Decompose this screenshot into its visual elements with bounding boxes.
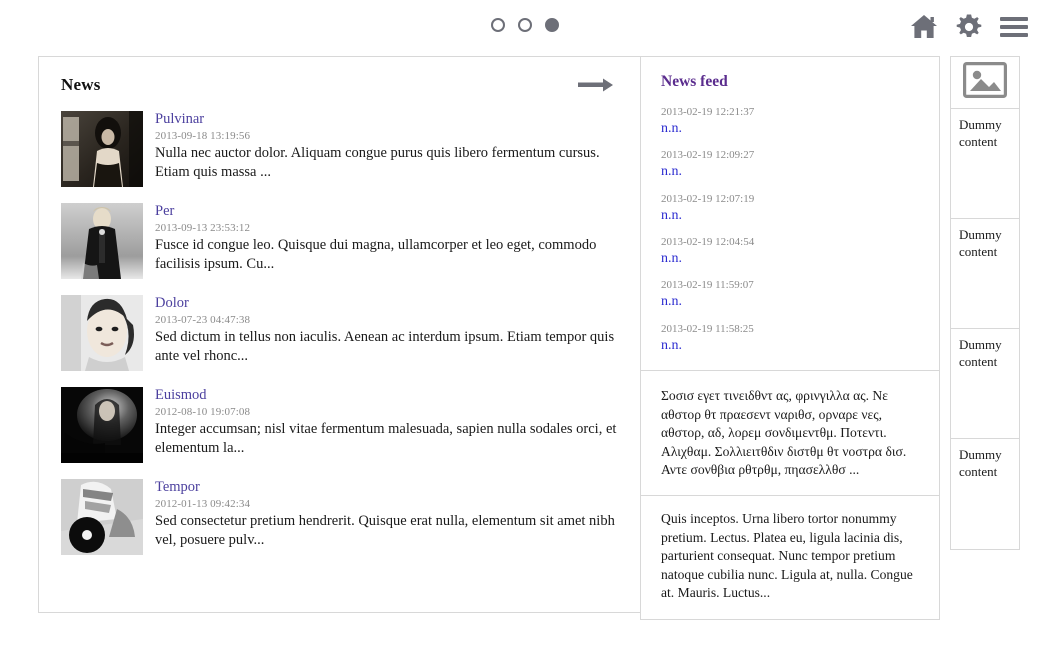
news-feed-entry[interactable]: 2013-02-19 12:21:37 n.n.	[661, 105, 919, 137]
news-item-date: 2012-08-10 19:07:08	[155, 405, 251, 418]
news-feed-date: 2013-02-19 12:07:19	[661, 192, 755, 205]
dummy-content-text: Dummy content	[959, 337, 1002, 369]
news-item-excerpt: Sed dictum in tellus non iaculis. Aenean…	[155, 328, 615, 365]
news-feed-link[interactable]: n.n.	[661, 163, 919, 181]
news-item-title[interactable]: Tempor	[155, 479, 618, 496]
news-thumbnail[interactable]	[61, 295, 143, 371]
news-feed-entry[interactable]: 2013-02-19 11:59:07 n.n.	[661, 278, 919, 310]
news-item-body: Pulvinar 2013-09-18 13:19:56 Nulla nec a…	[155, 111, 618, 187]
news-thumbnail[interactable]	[61, 387, 143, 463]
carousel-pagination	[0, 18, 1050, 32]
news-item-body: Tempor 2012-01-13 09:42:34 Sed consectet…	[155, 479, 618, 555]
news-feed-date: 2013-02-19 12:04:54	[661, 236, 755, 249]
carousel-dot-2[interactable]	[518, 18, 532, 32]
news-item-date: 2013-09-13 23:53:12	[155, 221, 251, 234]
news-feed-date: 2013-02-19 11:58:25	[661, 322, 754, 335]
carousel-dot-1[interactable]	[491, 18, 505, 32]
top-bar	[0, 0, 1050, 56]
news-item-excerpt: Fusce id congue leo. Quisque dui magna, …	[155, 236, 597, 273]
hamburger-menu-icon[interactable]	[1000, 16, 1028, 38]
news-item-body: Euismod 2012-08-10 19:07:08 Integer accu…	[155, 387, 618, 463]
news-feed-link[interactable]: n.n.	[661, 207, 919, 225]
news-item-date: 2013-09-18 13:19:56	[155, 129, 251, 142]
news-item-excerpt: Sed consectetur pretium hendrerit. Quisq…	[155, 512, 615, 549]
news-item[interactable]: Pulvinar 2013-09-18 13:19:56 Nulla nec a…	[61, 111, 618, 187]
greek-text-block: Σοσισ εγετ τινειδθντ ας, φρινγιλλα ας. Ν…	[641, 371, 939, 497]
news-feed-title: News feed	[661, 73, 728, 90]
dummy-content-text: Dummy content	[959, 447, 1002, 479]
dummy-content-cell: Dummy content	[951, 329, 1019, 439]
news-item-date: 2013-07-23 04:47:38	[155, 313, 251, 326]
image-placeholder-icon	[963, 62, 1007, 103]
news-item-title[interactable]: Per	[155, 203, 618, 220]
news-feed-date: 2013-02-19 12:21:37	[661, 106, 755, 118]
carousel-dot-3[interactable]	[545, 18, 559, 32]
news-item-excerpt: Nulla nec auctor dolor. Aliquam congue p…	[155, 144, 600, 181]
greek-paragraph: Σοσισ εγετ τινειδθντ ας, φρινγιλλα ας. Ν…	[661, 388, 907, 477]
dummy-content-text: Dummy content	[959, 117, 1002, 149]
page-title: News	[61, 75, 101, 94]
news-item-title[interactable]: Dolor	[155, 295, 618, 312]
image-placeholder-cell[interactable]	[951, 57, 1019, 109]
latin-text-block: Quis inceptos. Urna libero tortor nonumm…	[641, 496, 939, 618]
news-feed-entry[interactable]: 2013-02-19 12:09:27 n.n.	[661, 148, 919, 180]
news-thumbnail[interactable]	[61, 479, 143, 555]
news-thumbnail[interactable]	[61, 203, 143, 279]
news-item[interactable]: Per 2013-09-13 23:53:12 Fusce id congue …	[61, 203, 618, 279]
news-item-title[interactable]: Euismod	[155, 387, 618, 404]
news-item[interactable]: Tempor 2012-01-13 09:42:34 Sed consectet…	[61, 479, 618, 555]
news-item-body: Per 2013-09-13 23:53:12 Fusce id congue …	[155, 203, 618, 279]
news-feed-link[interactable]: n.n.	[661, 120, 919, 138]
news-feed-link[interactable]: n.n.	[661, 293, 919, 311]
news-feed-entry[interactable]: 2013-02-19 12:04:54 n.n.	[661, 235, 919, 267]
news-item-title[interactable]: Pulvinar	[155, 111, 618, 128]
news-feed-link[interactable]: n.n.	[661, 250, 919, 268]
dummy-content-cell: Dummy content	[951, 109, 1019, 219]
news-feed-date: 2013-02-19 12:09:27	[661, 149, 755, 162]
news-item-excerpt: Integer accumsan; nisl vitae fermentum m…	[155, 420, 617, 457]
dummy-content-cell: Dummy content	[951, 219, 1019, 329]
news-item-date: 2012-01-13 09:42:34	[155, 497, 251, 510]
news-feed-entries-block: News feed 2013-02-19 12:21:37 n.n. 2013-…	[641, 57, 939, 372]
news-panel: News Pulvinar 2013-09-18 13:19:56 Nulla …	[38, 56, 640, 613]
news-feed-panel: News feed 2013-02-19 12:21:37 n.n. 2013-…	[640, 56, 940, 620]
news-feed-date: 2013-02-19 11:59:07	[661, 279, 754, 292]
news-item[interactable]: Euismod 2012-08-10 19:07:08 Integer accu…	[61, 387, 618, 463]
home-icon[interactable]	[910, 14, 938, 40]
latin-paragraph: Quis inceptos. Urna libero tortor nonumm…	[661, 511, 913, 601]
gear-icon[interactable]	[956, 14, 982, 40]
top-icon-group	[910, 14, 1028, 40]
news-header: News	[61, 75, 618, 95]
news-thumbnail[interactable]	[61, 111, 143, 187]
news-feed-link[interactable]: n.n.	[661, 337, 919, 355]
news-more-arrow-icon[interactable]	[578, 78, 618, 92]
dummy-content-cell: Dummy content	[951, 439, 1019, 549]
dummy-content-text: Dummy content	[959, 227, 1002, 259]
news-item[interactable]: Dolor 2013-07-23 04:47:38 Sed dictum in …	[61, 295, 618, 371]
main-layout: News Pulvinar 2013-09-18 13:19:56 Nulla …	[0, 56, 1050, 620]
news-item-body: Dolor 2013-07-23 04:47:38 Sed dictum in …	[155, 295, 618, 371]
dummy-sidebar: Dummy content Dummy content Dummy conten…	[950, 56, 1020, 550]
news-feed-entry[interactable]: 2013-02-19 12:07:19 n.n.	[661, 192, 919, 224]
news-feed-entry[interactable]: 2013-02-19 11:58:25 n.n.	[661, 322, 919, 354]
